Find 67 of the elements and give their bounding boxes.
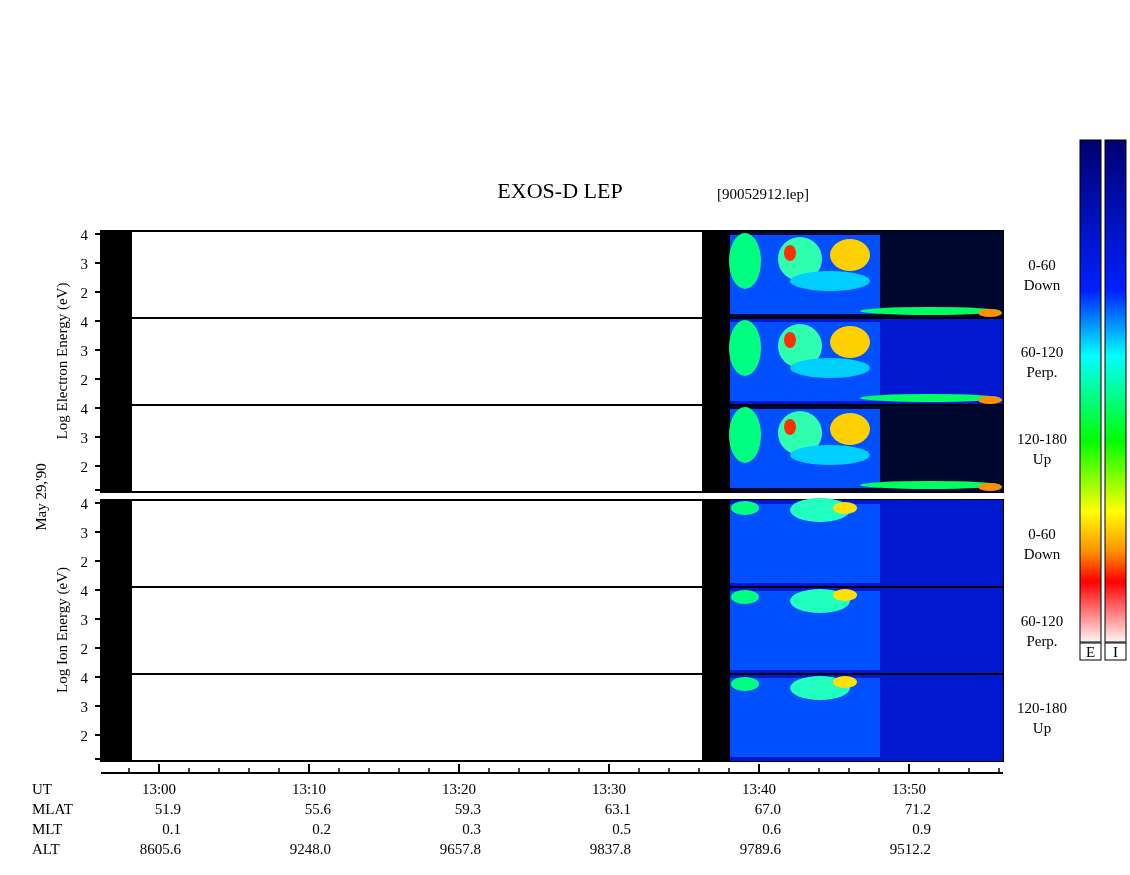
- pitch-range-label: 0-60: [1028, 257, 1056, 273]
- orbit-value: 0.5: [612, 821, 631, 837]
- direction-label: Perp.: [1026, 633, 1058, 649]
- y-axis-label: Log Ion Energy (eV): [54, 567, 70, 693]
- y-tick-label: 3: [80, 430, 88, 446]
- y-axis-label: Log Electron Energy (eV): [54, 282, 70, 440]
- y-tick-label: 2: [80, 372, 88, 388]
- row-label: MLAT: [32, 801, 73, 817]
- color-scale-key: [1104, 642, 1127, 661]
- orbit-value: 9789.6: [739, 841, 781, 857]
- pitch-range-label: 60-120: [1020, 613, 1064, 629]
- time-label: 13:10: [291, 781, 327, 797]
- y-tick-label: 2: [80, 459, 88, 475]
- orbit-value: 0.9: [912, 821, 931, 837]
- orbit-value: 9248.0: [289, 841, 331, 857]
- y-tick-label: 4: [80, 670, 88, 686]
- orbit-value: 55.6: [304, 801, 331, 817]
- row-label: UT: [32, 781, 52, 797]
- orbit-value: 67.0: [754, 801, 781, 817]
- y-tick-label: 3: [80, 699, 88, 715]
- y-tick-label: 4: [80, 496, 88, 512]
- time-label: 13:30: [591, 781, 627, 797]
- direction-label: Up: [1032, 451, 1052, 467]
- orbit-value: 59.3: [454, 801, 481, 817]
- orbit-value: 8605.6: [139, 841, 181, 857]
- row-label: ALT: [32, 841, 60, 857]
- y-tick-label: 4: [80, 583, 88, 599]
- row-label: MLT: [32, 821, 63, 837]
- y-tick-label: 2: [80, 728, 88, 744]
- direction-label: Down: [1023, 546, 1061, 562]
- orbit-value: 9512.2: [889, 841, 931, 857]
- direction-label: Up: [1032, 720, 1052, 736]
- orbit-value: 0.6: [762, 821, 781, 837]
- y-tick-label: 2: [80, 554, 88, 570]
- y-tick-label: 2: [80, 285, 88, 301]
- direction-label: Down: [1023, 277, 1061, 293]
- date-label: May 29,'90: [33, 463, 49, 531]
- y-tick-label: 4: [80, 401, 88, 417]
- pitch-range-label: 120-180: [1017, 431, 1067, 447]
- orbit-value: 51.9: [154, 801, 181, 817]
- color-scale-label: E: [1085, 644, 1096, 660]
- y-tick-label: 2: [80, 641, 88, 657]
- file-name: [90052912.lep]: [716, 186, 810, 202]
- orbit-value: 0.3: [462, 821, 481, 837]
- orbit-value: 9657.8: [439, 841, 481, 857]
- time-label: 13:20: [441, 781, 477, 797]
- orbit-value: 0.1: [162, 821, 181, 837]
- y-tick-label: 4: [80, 314, 88, 330]
- plot-title: EXOS-D LEP: [497, 178, 623, 203]
- orbit-value: 0.2: [312, 821, 331, 837]
- y-tick-label: 3: [80, 525, 88, 541]
- color-scale-label: I: [1113, 644, 1118, 660]
- color-scale-key: [1079, 642, 1102, 661]
- orbit-value: 71.2: [904, 801, 931, 817]
- time-label: 13:00: [141, 781, 177, 797]
- pitch-range-label: 120-180: [1017, 700, 1067, 716]
- pitch-range-label: 0-60: [1028, 526, 1056, 542]
- y-tick-label: 3: [80, 256, 88, 272]
- orbit-value: 9837.8: [589, 841, 631, 857]
- pitch-range-label: 60-120: [1020, 344, 1064, 360]
- time-label: 13:50: [891, 781, 927, 797]
- y-tick-label: 4: [80, 227, 88, 243]
- direction-label: Perp.: [1026, 364, 1058, 380]
- time-label: 13:40: [741, 781, 777, 797]
- y-tick-label: 3: [80, 612, 88, 628]
- y-tick-label: 3: [80, 343, 88, 359]
- orbit-value: 63.1: [604, 801, 631, 817]
